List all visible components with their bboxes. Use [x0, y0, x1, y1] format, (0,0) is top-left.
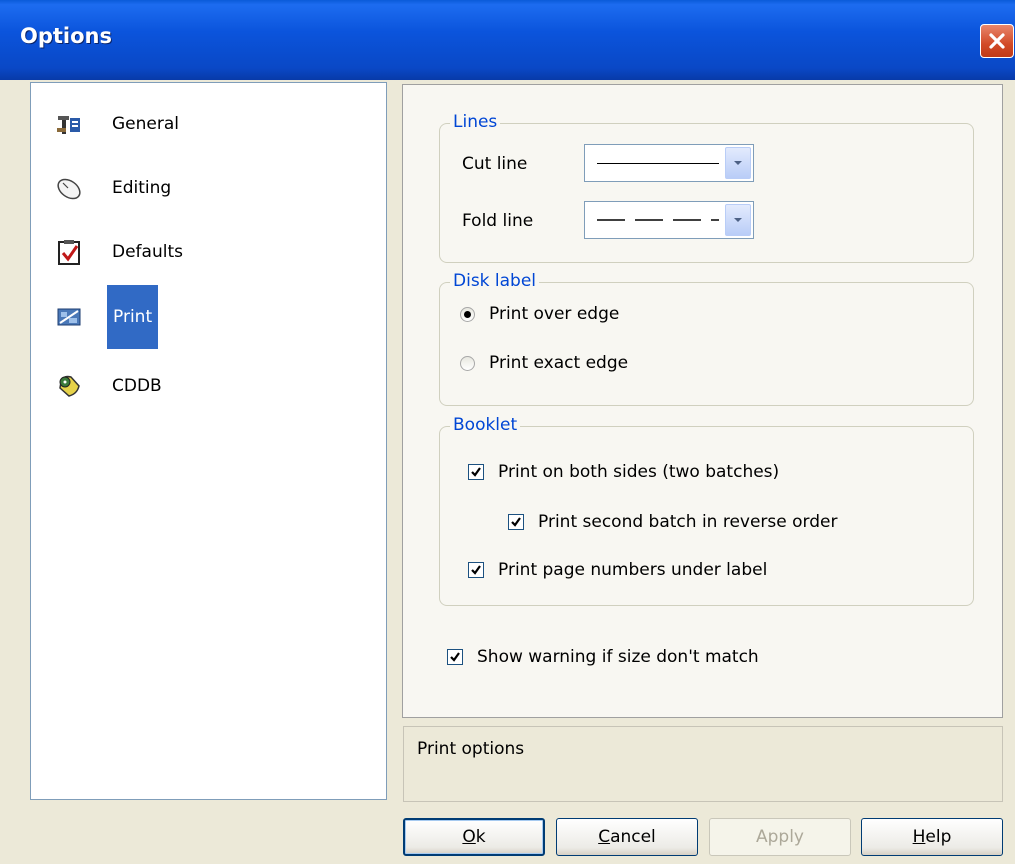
tools-icon: [57, 116, 80, 134]
dropdown-button[interactable]: [725, 204, 751, 236]
radio-print-exact-edge[interactable]: Print exact edge: [460, 353, 628, 373]
disk-label-legend: Disk label: [450, 271, 540, 291]
booklet-legend: Booklet: [450, 415, 521, 435]
help-button[interactable]: Help: [861, 818, 1003, 856]
settings-panel: Lines Cut line Fold line Disk label Prin…: [402, 84, 1003, 718]
checkbox[interactable]: [468, 464, 484, 480]
fold-line-label: Fold line: [462, 211, 534, 231]
apply-button-label: Apply: [756, 827, 804, 847]
checkbox[interactable]: [508, 514, 524, 530]
checkbox-label: Print second batch in reverse order: [538, 512, 838, 532]
print-icon: [57, 308, 81, 326]
cancel-accelerator: C: [598, 827, 611, 847]
cd-icon: [59, 375, 80, 397]
checkmark-icon: [511, 517, 521, 527]
help-label-rest: elp: [925, 827, 952, 847]
checkbox-reverse-order[interactable]: Print second batch in reverse order: [508, 512, 837, 532]
checkbox-page-numbers[interactable]: Print page numbers under label: [468, 560, 767, 580]
ok-button[interactable]: Ok: [403, 818, 545, 856]
checkbox-label: Show warning if size don't match: [477, 647, 759, 667]
help-accelerator: H: [912, 827, 926, 847]
window-title: Options: [20, 24, 112, 48]
cancel-button-label: Cancel: [598, 827, 656, 847]
checkmark-icon: [471, 565, 481, 575]
close-button[interactable]: [980, 24, 1014, 58]
ok-accelerator: O: [462, 827, 476, 847]
ok-label-rest: k: [475, 827, 486, 847]
apply-button[interactable]: Apply: [709, 818, 851, 856]
nav-label: Editing: [112, 178, 172, 198]
booklet-group: Booklet Print on both sides (two batches…: [439, 415, 974, 606]
status-area: Print options: [403, 726, 1003, 802]
fold-line-select[interactable]: [584, 201, 754, 239]
cut-line-label: Cut line: [462, 154, 528, 174]
close-icon: [989, 33, 1005, 49]
status-text: Print options: [417, 739, 525, 759]
nav-label: General: [112, 114, 179, 134]
checkbox-both-sides[interactable]: Print on both sides (two batches): [468, 462, 779, 482]
radio-print-over-edge[interactable]: Print over edge: [460, 304, 619, 324]
mouse-icon: [57, 178, 81, 200]
checkmark-icon: [450, 652, 460, 662]
checkbox-label: Print on both sides (two batches): [498, 462, 780, 482]
checkbox[interactable]: [447, 649, 463, 665]
disk-label-group: Disk label Print over edge Print exact e…: [439, 271, 974, 406]
nav-label: Print: [107, 285, 159, 349]
chevron-down-icon: [734, 161, 742, 165]
nav-label: CDDB: [112, 376, 162, 396]
radio-label: Print exact edge: [489, 353, 629, 373]
dashed-line-preview: [597, 219, 719, 221]
nav-item-defaults[interactable]: Defaults: [55, 234, 187, 270]
nav-item-general[interactable]: General: [55, 106, 183, 142]
dropdown-button[interactable]: [725, 147, 751, 179]
lines-group: Lines Cut line Fold line: [439, 112, 974, 263]
checkbox-size-warning[interactable]: Show warning if size don't match: [447, 647, 759, 667]
cancel-button[interactable]: Cancel: [556, 818, 698, 856]
checkbox[interactable]: [468, 562, 484, 578]
cancel-label-rest: ancel: [610, 827, 656, 847]
checkmark-icon: [471, 467, 481, 477]
nav-item-print[interactable]: Print: [55, 285, 159, 349]
category-list[interactable]: General Editing Defaults Print CDDB: [30, 82, 387, 800]
lines-legend: Lines: [450, 112, 501, 132]
help-button-label: Help: [913, 827, 952, 847]
checklist-icon: [58, 240, 80, 265]
radio-label: Print over edge: [489, 304, 620, 324]
nav-item-editing[interactable]: Editing: [55, 170, 175, 206]
nav-item-cddb[interactable]: CDDB: [55, 368, 166, 404]
chevron-down-icon: [734, 218, 742, 222]
ok-button-label: Ok: [462, 827, 485, 847]
radio-button[interactable]: [460, 355, 475, 371]
title-bar[interactable]: Options: [0, 0, 1015, 80]
nav-label: Defaults: [112, 242, 183, 262]
radio-button-selected[interactable]: [460, 306, 475, 322]
checkbox-label: Print page numbers under label: [498, 560, 768, 580]
solid-line-preview: [597, 163, 719, 164]
cut-line-select[interactable]: [584, 144, 754, 182]
